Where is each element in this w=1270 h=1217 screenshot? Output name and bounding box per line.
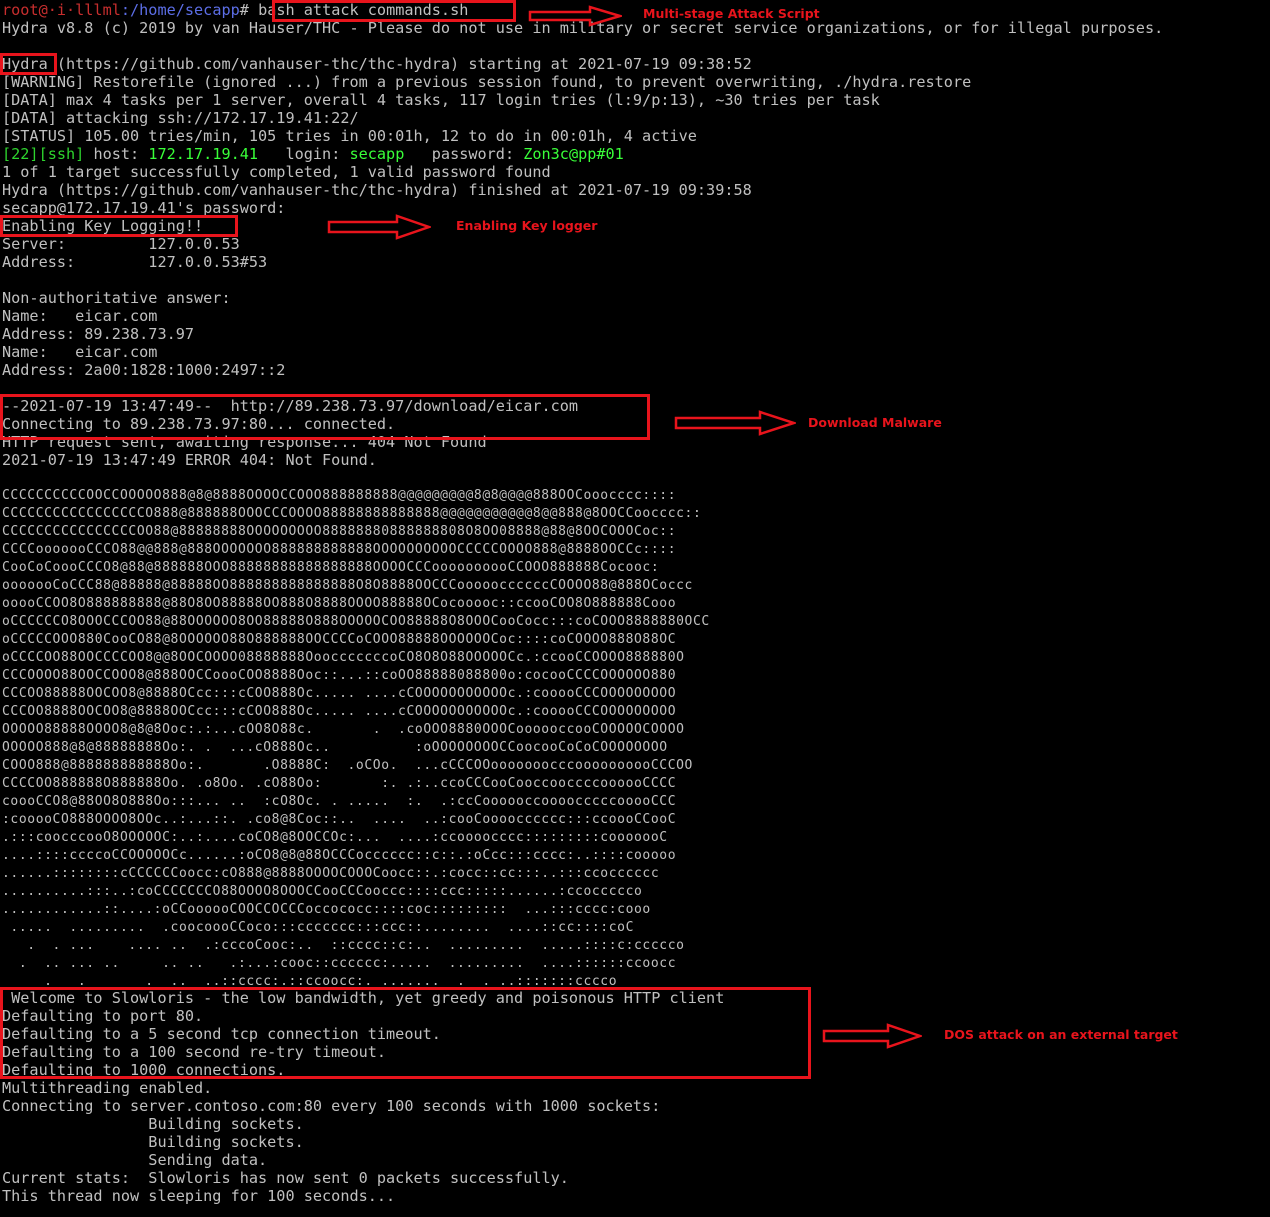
terminal-output-line: Building sockets. — [2, 1115, 304, 1133]
ascii-art-line: ......::::::::cCCCCCCoocc:cO888@8888OOOO… — [2, 866, 660, 881]
hydra-highlight-box — [0, 53, 57, 75]
terminal-output-line: Address: 89.238.73.97 — [2, 325, 195, 343]
dos-highlight-box — [0, 987, 811, 1079]
ascii-art-line: CCCOO8888OOCOO8@8888OOCcc:::cCOO888Oc...… — [2, 704, 677, 719]
ascii-art-line: CCCCCCCCCCCCCCCCOO88@88888888OOOOOOOOO88… — [2, 524, 677, 539]
right-arrow-icon — [674, 410, 796, 436]
ascii-art-line: OOOOO888@8@88888888Oo:. . ...cO888Oc.. :… — [2, 740, 668, 755]
terminal-output-line: Name: eicar.com — [2, 307, 158, 325]
ascii-art-line: COOO888@888888888888Oo:. .O8888C: .oCOo.… — [2, 758, 693, 773]
found-host: 172.17.19.41 — [148, 145, 259, 163]
ascii-art-line: .:::coocccooO8OOOOOC:..:....coCO8@8OOCCO… — [2, 830, 668, 845]
terminal-output-line: Server: 127.0.0.53 — [2, 235, 240, 253]
terminal-output-line: [DATA] attacking ssh://172.17.19.41:22/ — [2, 109, 359, 127]
terminal-output-line: Current stats: Slowloris has now sent 0 … — [2, 1169, 569, 1187]
found-service: [ssh] — [38, 145, 85, 163]
ascii-art-line: CCCCCCCCCCCCCCCCCO888@888888OOOCCCOOOO88… — [2, 506, 702, 521]
terminal-output-line: Address: 2a00:1828:1000:2497::2 — [2, 361, 286, 379]
found-password: Zon3c@pp#01 — [523, 145, 624, 163]
annotation-dos: DOS attack on an external target — [944, 1027, 1178, 1042]
ascii-art-line: ............::....:oCCoooooCOOCCOCCCocco… — [2, 902, 651, 917]
keylogger-highlight-box — [0, 215, 238, 237]
terminal-output-line: Connecting to server.contoso.com:80 ever… — [2, 1097, 661, 1115]
terminal-output-line: Hydra (https://github.com/vanhauser-thc/… — [2, 181, 752, 199]
ascii-art-line: oCCCCCOOO880CooCO88@8OOOOOO88O888888OOCC… — [2, 632, 677, 647]
right-arrow-icon — [822, 1023, 922, 1049]
command-highlight-box — [272, 0, 516, 22]
terminal-output-line: Name: eicar.com — [2, 343, 158, 361]
prompt-host: ·i·lllml — [47, 1, 121, 19]
ascii-art-line: CCCOO88888OOCOO8@8888OCcc:::cCOO888Oc...… — [2, 686, 677, 701]
ascii-art-line: CCCOOOO88OOCCOOO8@888OOCCoooCOO8888Ooc::… — [2, 668, 677, 683]
ascii-art-line: :cooooCO888OOOO8OOc..:...::. .co8@8Coc::… — [2, 812, 677, 827]
hydra-start-rest: (https://github.com/vanhauser-thc/thc-hy… — [47, 55, 752, 73]
terminal-output-line: Multithreading enabled. — [2, 1079, 213, 1097]
ascii-art-line: . .. ... .. .. .. .:...:cooc::cccccc:...… — [2, 956, 677, 971]
ascii-art-line: ooooCCOO8O888888888@88O8OO88888OO888O888… — [2, 596, 677, 611]
annotation-download: Download Malware — [808, 415, 942, 430]
download-highlight-box — [0, 394, 650, 440]
found-port: [22] — [2, 145, 39, 163]
credential-found-line: [22][ssh] host: 172.17.19.41 login: seca… — [2, 145, 624, 163]
annotation-keylogger: Enabling Key logger — [456, 218, 598, 233]
terminal-output-line: [DATA] max 4 tasks per 1 server, overall… — [2, 91, 880, 109]
ascii-art-line: ooooooCoCCC88@88888@88888OO8888888888888… — [2, 578, 693, 593]
found-password-label: password: — [404, 145, 524, 163]
terminal-output-line: This thread now sleeping for 100 seconds… — [2, 1187, 396, 1205]
terminal-output-line: Address: 127.0.0.53#53 — [2, 253, 268, 271]
ascii-art-line: OOOOO88888OOOO8@8@8Ooc:.:...cOO8O88c. . … — [2, 722, 685, 737]
terminal-output-line: 1 of 1 target successfully completed, 1 … — [2, 163, 551, 181]
ascii-art-line: CCCCooooooCCCO88@@888@888OOOOOOO88888888… — [2, 542, 677, 557]
found-host-label: host: — [84, 145, 149, 163]
terminal-window[interactable]: root@·i·lllml:/home/secapp# bash attack … — [0, 0, 1270, 1217]
right-arrow-icon — [327, 214, 431, 240]
terminal-output-line: [WARNING] Restorefile (ignored ...) from… — [2, 73, 972, 91]
terminal-output-line: Non-authoritative answer: — [2, 289, 231, 307]
found-login: secapp — [349, 145, 405, 163]
terminal-output-line: Building sockets. — [2, 1133, 304, 1151]
ascii-art-line: CCCCOO888888O888888Oo. .o8Oo. .cO88Oo: :… — [2, 776, 677, 791]
hydra-start-line: Hydra (https://github.com/vanhauser-thc/… — [2, 55, 752, 73]
terminal-output-line: Sending data. — [2, 1151, 268, 1169]
ascii-art-line: oCCCCCCO8OOOCCCOO88@88OOOOOO8OO88888O888… — [2, 614, 710, 629]
ascii-art-line: ..... ......... .coocoooCCoco:::ccccccc:… — [2, 920, 634, 935]
prompt-symbol: # — [239, 1, 259, 19]
annotation-multistage: Multi-stage Attack Script — [643, 6, 820, 21]
ascii-art-line: ....::::ccccoCCOOOOOCc......:oCO8@8@88OC… — [2, 848, 677, 863]
right-arrow-icon — [528, 5, 622, 27]
terminal-output-line: [STATUS] 105.00 tries/min, 105 tries in … — [2, 127, 697, 145]
ascii-art-line: oCCCCOO88OOCCCCOO8@@8OOCOOOO08888888Oooc… — [2, 650, 685, 665]
ascii-art-line: CCCCCCCCCCOOCCOOOOO888@8@8888OOOOCCOOO88… — [2, 488, 677, 503]
prompt-user: root@ — [2, 1, 48, 19]
ascii-art-line: . . ... .... .. .:cccoCooc:.. ::cccc::c:… — [2, 938, 685, 953]
ascii-art-line: ..........:::..:coCCCCCCCO88OOOO8OOOCCoo… — [2, 884, 643, 899]
prompt-path-prefix: :/home/ — [120, 1, 185, 19]
found-login-label: login: — [258, 145, 350, 163]
prompt-path-dir: secapp — [184, 1, 240, 19]
ascii-art-line: coooCCO8@88OO8O888Oo:::... .. :cO8Oc. . … — [2, 794, 677, 809]
ascii-art-line: CooCoCoooCCCO8@88@888888OOO8888888888888… — [2, 560, 660, 575]
terminal-output-line: 2021-07-19 13:47:49 ERROR 404: Not Found… — [2, 451, 377, 469]
